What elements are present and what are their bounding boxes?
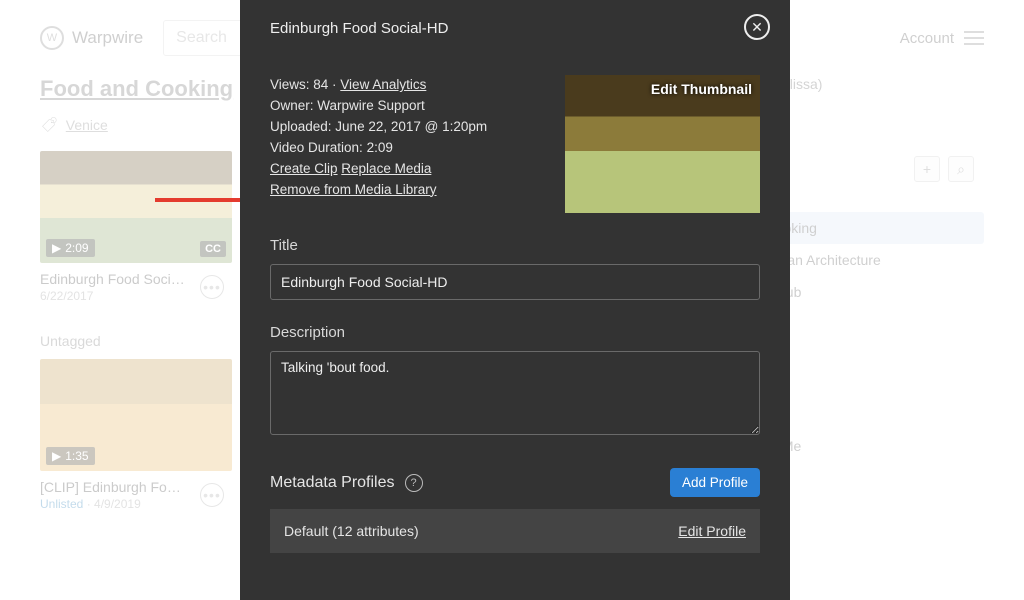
metadata-profiles-label: Metadata Profiles <box>270 474 395 492</box>
title-input[interactable] <box>270 264 760 300</box>
add-profile-button[interactable]: Add Profile <box>670 468 760 497</box>
edit-profile-link[interactable]: Edit Profile <box>678 523 746 539</box>
duration-line: Video Duration: 2:09 <box>270 138 535 159</box>
description-label: Description <box>270 324 760 341</box>
create-clip-link[interactable]: Create Clip <box>270 159 338 180</box>
edit-thumbnail-link[interactable]: Edit Thumbnail <box>651 81 752 97</box>
owner-line: Owner: Warpwire Support <box>270 96 535 117</box>
uploaded-line: Uploaded: June 22, 2017 @ 1:20pm <box>270 117 535 138</box>
modal-title: Edinburgh Food Social-HD <box>270 20 760 37</box>
help-icon[interactable]: ? <box>405 474 423 492</box>
profile-name: Default (12 attributes) <box>284 523 419 539</box>
close-icon[interactable]: ✕ <box>744 14 770 40</box>
title-label: Title <box>270 237 760 254</box>
media-metadata: Views: 84 · View Analytics Owner: Warpwi… <box>270 75 535 213</box>
view-analytics-link[interactable]: View Analytics <box>340 75 426 96</box>
profile-row: Default (12 attributes) Edit Profile <box>270 509 760 553</box>
media-options-modal: Edinburgh Food Social-HD ✕ Views: 84 · V… <box>240 0 790 600</box>
description-input[interactable] <box>270 351 760 435</box>
replace-media-link[interactable]: Replace Media <box>341 159 431 180</box>
thumbnail-preview[interactable]: Edit Thumbnail <box>565 75 760 213</box>
remove-media-link[interactable]: Remove from Media Library <box>270 180 437 201</box>
